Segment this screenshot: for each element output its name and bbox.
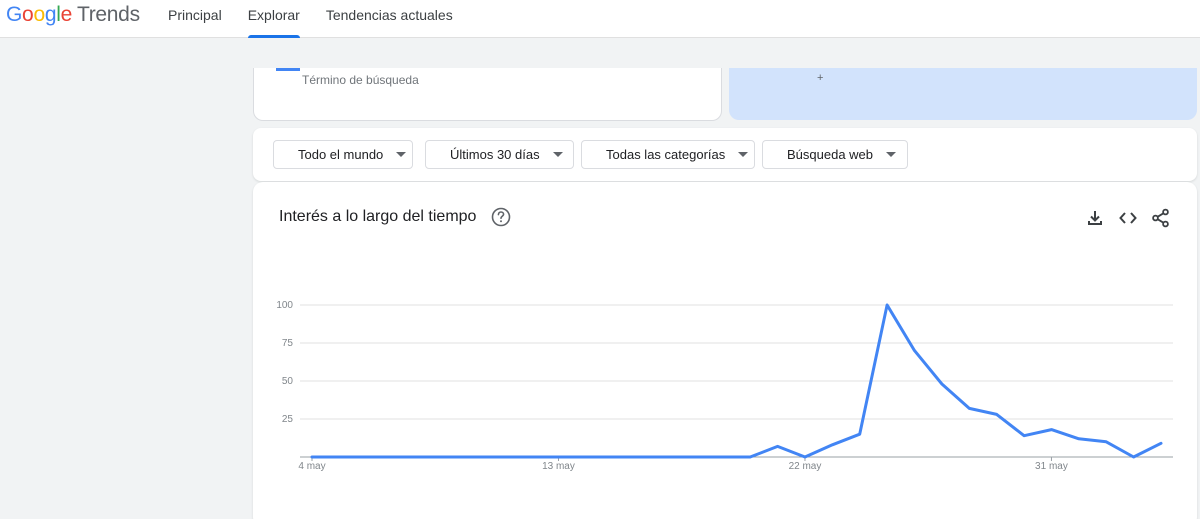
- search-term-label: Término de búsqueda: [302, 73, 419, 87]
- filter-bar: Todo el mundo Últimos 30 días Todas las …: [253, 128, 1197, 181]
- category-filter[interactable]: Todas las categorías: [581, 140, 755, 169]
- data-point[interactable]: [1045, 424, 1057, 436]
- data-point[interactable]: [881, 299, 893, 311]
- data-point[interactable]: [963, 402, 975, 414]
- data-point[interactable]: [552, 451, 564, 463]
- data-point[interactable]: [1155, 437, 1167, 449]
- tab-explorar[interactable]: Explorar: [247, 0, 300, 38]
- search-type-filter-label: Búsqueda web: [787, 147, 874, 162]
- chart-x-ticks: 4 may 13 may 22 may 31 may: [298, 457, 1068, 472]
- data-point[interactable]: [717, 451, 729, 463]
- logo-letter: g: [44, 3, 57, 26]
- x-tick-label: 31 may: [1035, 461, 1068, 472]
- region-filter[interactable]: Todo el mundo: [273, 140, 413, 169]
- caret-down-icon: [886, 152, 897, 157]
- caret-down-icon: [396, 152, 407, 157]
- data-point[interactable]: [306, 451, 318, 463]
- logo-letter: G: [6, 3, 23, 26]
- data-point[interactable]: [498, 451, 510, 463]
- interest-over-time-card: Interés a lo largo del tiempo 25 50 75 100 …: [253, 182, 1197, 519]
- data-point[interactable]: [799, 451, 811, 463]
- data-point[interactable]: [909, 345, 921, 357]
- data-point[interactable]: [936, 378, 948, 390]
- logo-trends-word: Trends: [76, 3, 140, 26]
- compare-card[interactable]: +: [729, 68, 1197, 120]
- interest-line-chart: 25 50 75 100 4 may 13 may 22 may 31 may: [276, 299, 1173, 472]
- region-filter-label: Todo el mundo: [298, 147, 384, 162]
- logo-letter: e: [60, 3, 73, 26]
- data-point[interactable]: [772, 440, 784, 452]
- tab-tendencias-actuales[interactable]: Tendencias actuales: [326, 0, 453, 38]
- data-point[interactable]: [854, 428, 866, 440]
- time-range-filter-label: Últimos 30 días: [450, 147, 540, 162]
- time-range-filter[interactable]: Últimos 30 días: [425, 140, 574, 169]
- caret-down-icon: [552, 152, 563, 157]
- caret-down-icon: [738, 152, 749, 157]
- chart-y-ticks: 25 50 75 100: [276, 300, 293, 425]
- logo-letter: o: [22, 3, 34, 26]
- data-point[interactable]: [361, 451, 373, 463]
- y-tick-label: 75: [282, 338, 294, 349]
- search-term-card[interactable]: Término de búsqueda: [253, 68, 722, 121]
- data-point[interactable]: [388, 451, 400, 463]
- data-point[interactable]: [635, 451, 647, 463]
- main-nav: Principal Explorar Tendencias actuales: [168, 0, 479, 38]
- compare-hint: +: [817, 72, 824, 84]
- data-point[interactable]: [333, 451, 345, 463]
- data-point[interactable]: [1073, 433, 1085, 445]
- y-tick-label: 25: [282, 414, 294, 425]
- data-point[interactable]: [744, 451, 756, 463]
- data-point[interactable]: [826, 439, 838, 451]
- data-point[interactable]: [470, 451, 482, 463]
- data-point[interactable]: [443, 451, 455, 463]
- search-type-filter[interactable]: Búsqueda web: [762, 140, 908, 169]
- data-point[interactable]: [1100, 436, 1112, 448]
- term-color-indicator: [276, 68, 300, 71]
- explore-top-band: Término de búsqueda + Todo el mundo Últi…: [0, 38, 1200, 181]
- data-point[interactable]: [525, 451, 537, 463]
- logo-letter: o: [33, 3, 45, 26]
- y-tick-label: 50: [282, 376, 294, 387]
- data-point[interactable]: [662, 451, 674, 463]
- app-header: Google Trends Principal Explorar Tendenc…: [0, 0, 1200, 38]
- data-point[interactable]: [1128, 451, 1140, 463]
- data-point[interactable]: [416, 451, 428, 463]
- google-trends-logo[interactable]: Google Trends: [6, 2, 140, 28]
- tab-principal[interactable]: Principal: [168, 0, 222, 38]
- y-tick-label: 100: [276, 300, 293, 311]
- chart-gridlines: [300, 304, 1173, 458]
- data-point[interactable]: [689, 451, 701, 463]
- category-filter-label: Todas las categorías: [606, 147, 726, 162]
- data-point[interactable]: [1018, 430, 1030, 442]
- data-point[interactable]: [580, 451, 592, 463]
- data-point[interactable]: [991, 408, 1003, 420]
- data-point[interactable]: [607, 451, 619, 463]
